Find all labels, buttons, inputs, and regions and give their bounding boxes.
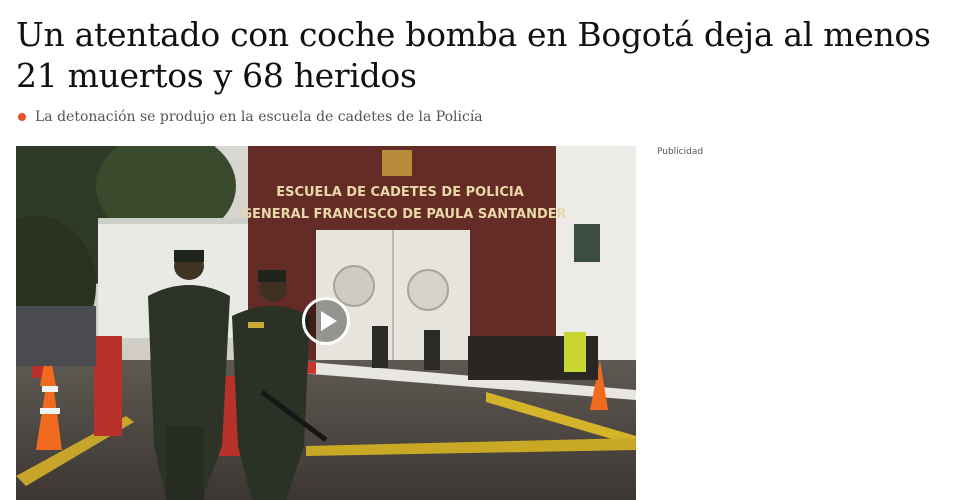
video-player[interactable]: ESCUELA DE CADETES DE POLICIA GENERAL FR… [16,146,636,500]
article-subtitle: La detonación se produjo en la escuela d… [18,106,483,128]
play-button[interactable] [302,297,350,345]
bullet-icon [18,113,26,121]
article-headline: Un atentado con coche bomba en Bogotá de… [16,15,931,95]
sign-line-2: GENERAL FRANCISCO DE PAULA SANTANDER [241,207,566,222]
play-icon [320,311,337,331]
subtitle-text: La detonación se produjo en la escuela d… [35,109,483,125]
advertising-label: Publicidad [657,147,704,157]
sign-line-1: ESCUELA DE CADETES DE POLICIA [276,185,524,200]
